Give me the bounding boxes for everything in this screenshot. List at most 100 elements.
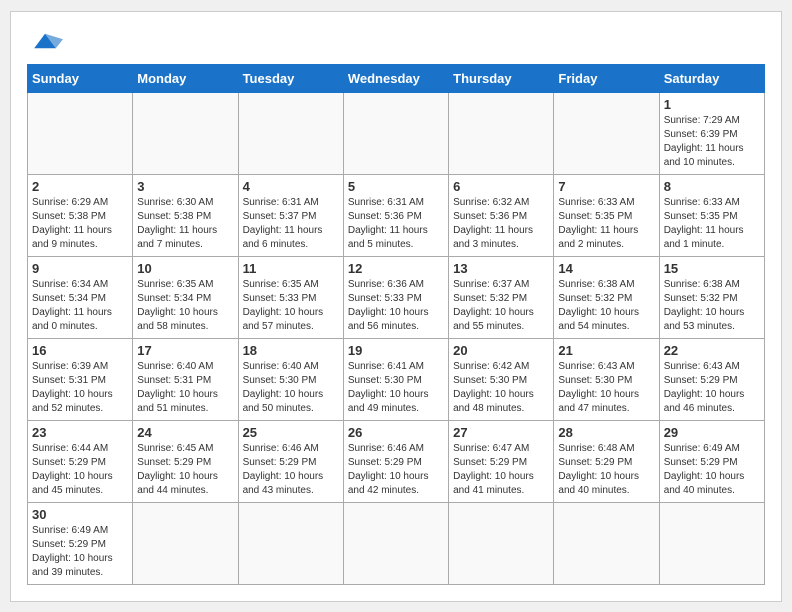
day-header-sunday: Sunday: [28, 64, 133, 92]
day-info: Sunrise: 6:39 AM Sunset: 5:31 PM Dayligh…: [32, 360, 128, 416]
day-number: 3: [137, 179, 233, 194]
day-number: 24: [137, 425, 233, 440]
day-header-friday: Friday: [554, 64, 659, 92]
day-header-thursday: Thursday: [449, 64, 554, 92]
calendar-cell: 11Sunrise: 6:35 AM Sunset: 5:33 PM Dayli…: [238, 256, 343, 338]
calendar-cell: 3 Sunrise: 6:30 AM Sunset: 5:38 PM Daylig…: [133, 174, 238, 256]
day-number: 5: [348, 179, 444, 194]
day-number: 4: [243, 179, 339, 194]
day-info: Sunrise: 6:40 AM Sunset: 5:31 PM Dayligh…: [137, 360, 233, 416]
day-number: 15: [664, 261, 760, 276]
day-info: Sunrise: 6:37 AM Sunset: 5:32 PM Dayligh…: [453, 278, 549, 334]
calendar-cell: 29 Sunrise: 6:49 AM Sunset: 5:29 PM Dayli…: [659, 420, 764, 502]
days-header-row: SundayMondayTuesdayWednesdayThursdayFrid…: [28, 64, 765, 92]
calendar-table: SundayMondayTuesdayWednesdayThursdayFrid…: [27, 64, 765, 585]
day-number: 14: [558, 261, 654, 276]
day-number: 21: [558, 343, 654, 358]
calendar-cell: 26 Sunrise: 6:46 AM Sunset: 5:29 PM Dayli…: [343, 420, 448, 502]
week-row-6: 30Sunrise: 6:49 AM Sunset: 5:29 PM Dayli…: [28, 502, 765, 584]
day-info: Sunrise: 6:49 AM Sunset: 5:29 PM Dayligh…: [664, 442, 760, 498]
logo: [27, 28, 63, 52]
day-info: Sunrise: 6:38 AM Sunset: 5:32 PM Dayligh…: [664, 278, 760, 334]
day-header-saturday: Saturday: [659, 64, 764, 92]
calendar-cell: 2Sunrise: 6:29 AM Sunset: 5:38 PM Daylig…: [28, 174, 133, 256]
calendar-cell: [554, 92, 659, 174]
day-number: 29: [664, 425, 760, 440]
calendar-cell: 16Sunrise: 6:39 AM Sunset: 5:31 PM Dayli…: [28, 338, 133, 420]
calendar-cell: [449, 92, 554, 174]
day-info: Sunrise: 6:45 AM Sunset: 5:29 PM Dayligh…: [137, 442, 233, 498]
day-info: Sunrise: 6:30 AM Sunset: 5:38 PM Dayligh…: [137, 196, 233, 252]
calendar-cell: 22 Sunrise: 6:43 AM Sunset: 5:29 PM Dayli…: [659, 338, 764, 420]
calendar-cell: 1Sunrise: 7:29 AM Sunset: 6:39 PM Daylig…: [659, 92, 764, 174]
day-number: 25: [243, 425, 339, 440]
day-number: 19: [348, 343, 444, 358]
day-info: Sunrise: 6:42 AM Sunset: 5:30 PM Dayligh…: [453, 360, 549, 416]
calendar-cell: 14 Sunrise: 6:38 AM Sunset: 5:32 PM Dayli…: [554, 256, 659, 338]
calendar-cell: [343, 92, 448, 174]
day-info: Sunrise: 6:38 AM Sunset: 5:32 PM Dayligh…: [558, 278, 654, 334]
calendar-cell: 6 Sunrise: 6:32 AM Sunset: 5:36 PM Daylig…: [449, 174, 554, 256]
day-info: Sunrise: 6:43 AM Sunset: 5:30 PM Dayligh…: [558, 360, 654, 416]
calendar-cell: 10 Sunrise: 6:35 AM Sunset: 5:34 PM Dayli…: [133, 256, 238, 338]
calendar-cell: 5Sunrise: 6:31 AM Sunset: 5:36 PM Daylig…: [343, 174, 448, 256]
day-number: 10: [137, 261, 233, 276]
day-number: 22: [664, 343, 760, 358]
calendar-cell: 23Sunrise: 6:44 AM Sunset: 5:29 PM Dayli…: [28, 420, 133, 502]
day-number: 12: [348, 261, 444, 276]
day-number: 9: [32, 261, 128, 276]
day-info: Sunrise: 6:33 AM Sunset: 5:35 PM Dayligh…: [664, 196, 760, 252]
calendar-cell: [28, 92, 133, 174]
day-info: Sunrise: 6:46 AM Sunset: 5:29 PM Dayligh…: [243, 442, 339, 498]
day-number: 20: [453, 343, 549, 358]
calendar-cell: 8Sunrise: 6:33 AM Sunset: 5:35 PM Daylig…: [659, 174, 764, 256]
day-info: Sunrise: 6:43 AM Sunset: 5:29 PM Dayligh…: [664, 360, 760, 416]
day-number: 30: [32, 507, 128, 522]
day-number: 6: [453, 179, 549, 194]
calendar-cell: [238, 502, 343, 584]
calendar-cell: 15 Sunrise: 6:38 AM Sunset: 5:32 PM Dayli…: [659, 256, 764, 338]
calendar-cell: 12 Sunrise: 6:36 AM Sunset: 5:33 PM Dayli…: [343, 256, 448, 338]
calendar-cell: 13 Sunrise: 6:37 AM Sunset: 5:32 PM Dayli…: [449, 256, 554, 338]
day-info: Sunrise: 6:34 AM Sunset: 5:34 PM Dayligh…: [32, 278, 128, 334]
calendar-cell: [133, 92, 238, 174]
calendar-cell: 28Sunrise: 6:48 AM Sunset: 5:29 PM Dayli…: [554, 420, 659, 502]
day-info: Sunrise: 7:29 AM Sunset: 6:39 PM Dayligh…: [664, 114, 760, 170]
day-info: Sunrise: 6:35 AM Sunset: 5:33 PM Dayligh…: [243, 278, 339, 334]
calendar-cell: [133, 502, 238, 584]
calendar-container: SundayMondayTuesdayWednesdayThursdayFrid…: [10, 11, 782, 602]
calendar-cell: 7Sunrise: 6:33 AM Sunset: 5:35 PM Daylig…: [554, 174, 659, 256]
calendar-cell: 19Sunrise: 6:41 AM Sunset: 5:30 PM Dayli…: [343, 338, 448, 420]
day-info: Sunrise: 6:36 AM Sunset: 5:33 PM Dayligh…: [348, 278, 444, 334]
calendar-cell: 25 Sunrise: 6:46 AM Sunset: 5:29 PM Dayli…: [238, 420, 343, 502]
day-info: Sunrise: 6:32 AM Sunset: 5:36 PM Dayligh…: [453, 196, 549, 252]
calendar-cell: 30Sunrise: 6:49 AM Sunset: 5:29 PM Dayli…: [28, 502, 133, 584]
calendar-cell: [343, 502, 448, 584]
calendar-cell: [659, 502, 764, 584]
calendar-cell: 4Sunrise: 6:31 AM Sunset: 5:37 PM Daylig…: [238, 174, 343, 256]
calendar-cell: [554, 502, 659, 584]
day-number: 28: [558, 425, 654, 440]
calendar-cell: 24 Sunrise: 6:45 AM Sunset: 5:29 PM Dayli…: [133, 420, 238, 502]
week-row-1: 1Sunrise: 7:29 AM Sunset: 6:39 PM Daylig…: [28, 92, 765, 174]
week-row-2: 2Sunrise: 6:29 AM Sunset: 5:38 PM Daylig…: [28, 174, 765, 256]
calendar-cell: 27Sunrise: 6:47 AM Sunset: 5:29 PM Dayli…: [449, 420, 554, 502]
calendar-cell: 9 Sunrise: 6:34 AM Sunset: 5:34 PM Daylig…: [28, 256, 133, 338]
day-header-wednesday: Wednesday: [343, 64, 448, 92]
day-number: 18: [243, 343, 339, 358]
day-header-tuesday: Tuesday: [238, 64, 343, 92]
day-number: 13: [453, 261, 549, 276]
day-info: Sunrise: 6:35 AM Sunset: 5:34 PM Dayligh…: [137, 278, 233, 334]
day-header-monday: Monday: [133, 64, 238, 92]
day-info: Sunrise: 6:46 AM Sunset: 5:29 PM Dayligh…: [348, 442, 444, 498]
day-number: 26: [348, 425, 444, 440]
day-number: 17: [137, 343, 233, 358]
calendar-cell: [238, 92, 343, 174]
day-number: 2: [32, 179, 128, 194]
calendar-cell: 17 Sunrise: 6:40 AM Sunset: 5:31 PM Dayli…: [133, 338, 238, 420]
calendar-cell: 18 Sunrise: 6:40 AM Sunset: 5:30 PM Dayli…: [238, 338, 343, 420]
calendar-cell: 21 Sunrise: 6:43 AM Sunset: 5:30 PM Dayli…: [554, 338, 659, 420]
logo-icon: [27, 30, 63, 52]
day-info: Sunrise: 6:44 AM Sunset: 5:29 PM Dayligh…: [32, 442, 128, 498]
day-info: Sunrise: 6:40 AM Sunset: 5:30 PM Dayligh…: [243, 360, 339, 416]
